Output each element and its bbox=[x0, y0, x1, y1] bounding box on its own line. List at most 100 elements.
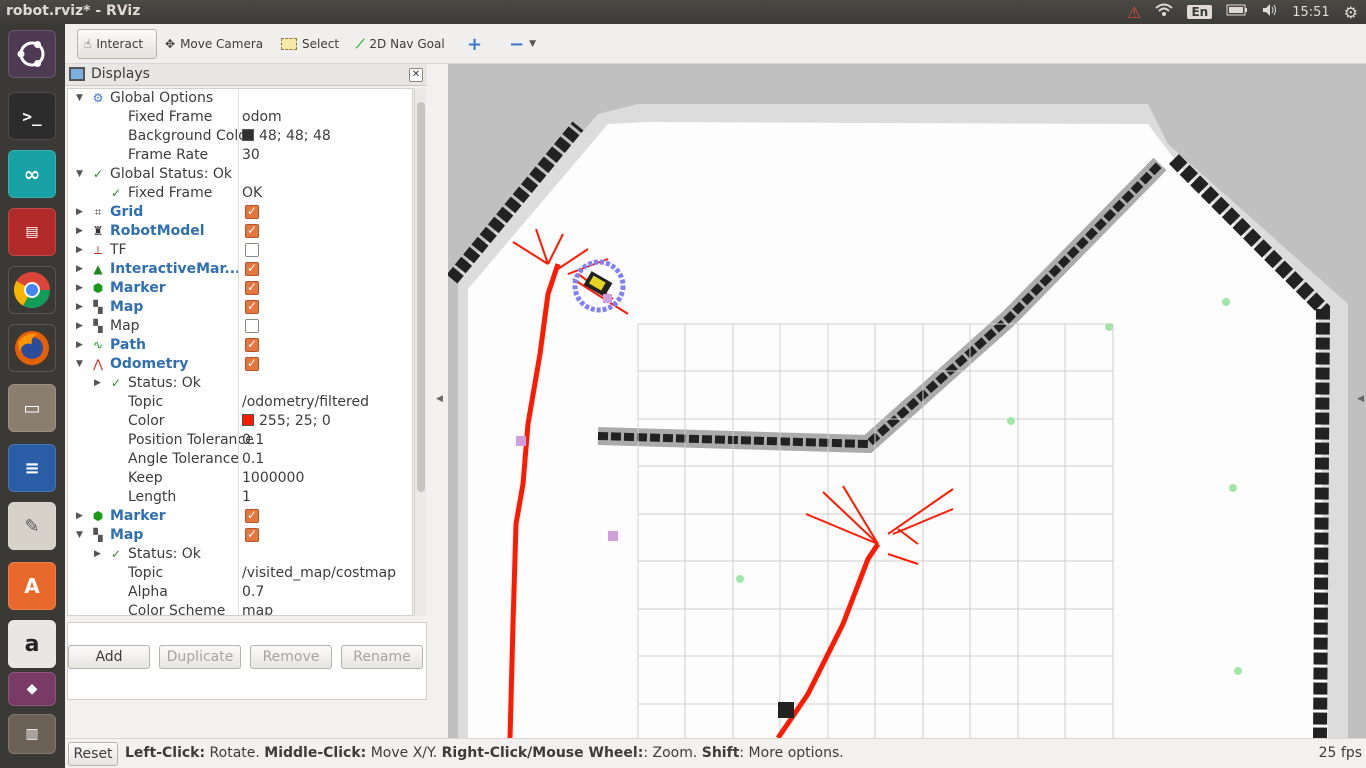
display-row[interactable]: ▶ ✓ Status: Ok bbox=[68, 374, 412, 393]
property-value[interactable]: odom bbox=[242, 108, 282, 127]
expand-arrow-icon[interactable]: ▶ bbox=[94, 374, 104, 393]
display-row[interactable]: Keep 1000000 bbox=[68, 469, 412, 488]
file-manager-icon[interactable]: ▭ bbox=[8, 384, 56, 432]
add-display-button[interactable]: Add bbox=[68, 645, 150, 669]
display-enabled-checkbox[interactable] bbox=[245, 297, 259, 316]
display-row[interactable]: ▶ ▚ Map bbox=[68, 297, 412, 317]
expand-arrow-icon[interactable]: ▶ bbox=[76, 298, 86, 317]
display-row[interactable]: ▼ ▚ Map bbox=[68, 525, 412, 545]
display-enabled-checkbox[interactable] bbox=[245, 319, 259, 333]
move-camera-tool-button[interactable]: ✥ Move Camera bbox=[159, 29, 269, 59]
display-enabled-checkbox[interactable] bbox=[245, 202, 259, 221]
collapse-left-icon[interactable]: ◀ bbox=[436, 394, 443, 404]
collapse-arrow-icon[interactable]: ▼ bbox=[76, 89, 86, 108]
volume-icon[interactable] bbox=[1262, 3, 1278, 21]
displays-scrollbar[interactable] bbox=[414, 88, 426, 616]
wifi-icon[interactable] bbox=[1155, 3, 1174, 21]
rename-display-button[interactable]: Rename bbox=[341, 645, 423, 669]
display-row[interactable]: ✓ Fixed Frame OK bbox=[68, 184, 412, 203]
nav-goal-tool-button[interactable]: ⟋ 2D Nav Goal bbox=[350, 29, 451, 59]
writer-document-icon[interactable]: ≡ bbox=[8, 444, 56, 492]
property-value[interactable]: 48; 48; 48 bbox=[242, 127, 331, 146]
display-row[interactable]: ▼ ⚙ Global Options bbox=[68, 89, 412, 108]
text-editor-icon[interactable]: ✎ bbox=[8, 502, 56, 550]
reset-button[interactable]: Reset bbox=[68, 742, 118, 766]
display-row[interactable]: Alpha 0.7 bbox=[68, 583, 412, 602]
battery-icon[interactable] bbox=[1226, 4, 1248, 20]
display-row[interactable]: Color 255; 25; 0 bbox=[68, 412, 412, 431]
collapse-arrow-icon[interactable]: ▼ bbox=[76, 526, 86, 545]
display-enabled-checkbox[interactable] bbox=[245, 506, 259, 525]
property-value[interactable]: /visited_map/costmap bbox=[242, 564, 396, 583]
display-row[interactable]: ▶ ⟂ TF bbox=[68, 241, 412, 260]
rviz-app-icon[interactable]: ▤ bbox=[8, 208, 56, 256]
panel-splitter[interactable]: ◀ bbox=[427, 64, 448, 738]
property-value[interactable]: /odometry/filtered bbox=[242, 393, 369, 412]
display-row[interactable]: Background Color 48; 48; 48 bbox=[68, 127, 412, 146]
display-enabled-checkbox[interactable] bbox=[245, 354, 259, 373]
collapse-arrow-icon[interactable]: ▼ bbox=[76, 355, 86, 374]
display-row[interactable]: Frame Rate 30 bbox=[68, 146, 412, 165]
expand-arrow-icon[interactable]: ▶ bbox=[76, 241, 86, 260]
display-row[interactable]: ▼ ⋀ Odometry bbox=[68, 354, 412, 374]
close-panel-icon[interactable]: ✕ bbox=[409, 68, 423, 82]
display-row[interactable]: ▶ ▚ Map bbox=[68, 317, 412, 336]
expand-arrow-icon[interactable]: ▶ bbox=[76, 317, 86, 336]
warning-icon[interactable]: ⚠ bbox=[1127, 3, 1141, 22]
display-row[interactable]: Angle Tolerance 0.1 bbox=[68, 450, 412, 469]
scrollbar-thumb[interactable] bbox=[417, 102, 425, 492]
expand-arrow-icon[interactable]: ▶ bbox=[76, 260, 86, 279]
expand-arrow-icon[interactable]: ▶ bbox=[76, 222, 86, 241]
property-value[interactable]: 1000000 bbox=[242, 469, 304, 488]
display-enabled-checkbox[interactable] bbox=[245, 278, 259, 297]
remove-display-button[interactable]: Remove bbox=[250, 645, 332, 669]
property-value[interactable]: 0.1 bbox=[242, 431, 264, 450]
display-row[interactable]: ▶ ⌗ Grid bbox=[68, 202, 412, 222]
arduino-icon[interactable]: ∞ bbox=[8, 150, 56, 198]
add-tool-button[interactable]: + bbox=[461, 29, 488, 59]
map-render[interactable] bbox=[448, 64, 1366, 738]
expand-arrow-icon[interactable]: ▶ bbox=[76, 279, 86, 298]
property-value[interactable]: 0.1 bbox=[242, 450, 264, 469]
property-value[interactable]: map bbox=[242, 602, 273, 615]
display-row[interactable]: ▶ ⬢ Marker bbox=[68, 506, 412, 526]
display-row[interactable]: Color Scheme map bbox=[68, 602, 412, 615]
display-row[interactable]: Position Tolerance 0.1 bbox=[68, 431, 412, 450]
property-value[interactable]: 1 bbox=[242, 488, 251, 507]
display-row[interactable]: Topic/visited_map/costmap bbox=[68, 564, 412, 583]
interact-tool-button[interactable]: ☝ Interact bbox=[77, 29, 157, 59]
expand-arrow-icon[interactable]: ▶ bbox=[94, 545, 104, 564]
display-row[interactable]: ▶ ♜ RobotModel bbox=[68, 221, 412, 241]
trash-icon[interactable]: ▥ bbox=[8, 714, 56, 754]
ubuntu-dash-icon[interactable] bbox=[8, 30, 56, 78]
display-enabled-checkbox[interactable] bbox=[245, 335, 259, 354]
display-row[interactable]: ▶ ▲ InteractiveMar... bbox=[68, 259, 412, 279]
select-tool-button[interactable]: Select bbox=[275, 29, 345, 59]
display-row[interactable]: ▼ ✓ Global Status: Ok bbox=[68, 165, 412, 184]
expand-arrow-icon[interactable]: ▶ bbox=[76, 203, 86, 222]
display-row[interactable]: ▶ ∿ Path bbox=[68, 335, 412, 355]
clock[interactable]: 15:51 bbox=[1292, 5, 1329, 20]
software-center-icon[interactable]: A bbox=[8, 562, 56, 610]
duplicate-display-button[interactable]: Duplicate bbox=[159, 645, 241, 669]
remove-tool-button[interactable]: − ▼ bbox=[503, 29, 542, 59]
display-enabled-checkbox[interactable] bbox=[245, 525, 259, 544]
settings-gear-icon[interactable]: ⚙ bbox=[1344, 3, 1358, 22]
chrome-icon[interactable] bbox=[8, 266, 56, 314]
property-value[interactable]: 0.7 bbox=[242, 583, 264, 602]
display-row[interactable]: ▶ ⬢ Marker bbox=[68, 278, 412, 298]
keyboard-language-indicator[interactable]: En bbox=[1187, 5, 1213, 19]
display-row[interactable]: ▶ ✓ Status: Ok bbox=[68, 545, 412, 564]
display-row[interactable]: Fixed Frame odom bbox=[68, 108, 412, 127]
expand-arrow-icon[interactable]: ▶ bbox=[76, 507, 86, 526]
rviz-3d-view[interactable]: ◀ bbox=[448, 64, 1366, 738]
amazon-icon[interactable]: a bbox=[8, 620, 56, 668]
display-row[interactable]: Topic/odometry/filtered bbox=[68, 393, 412, 412]
property-value[interactable]: 255; 25; 0 bbox=[242, 412, 331, 431]
app-icon[interactable]: ◆ bbox=[8, 672, 56, 706]
collapse-right-icon[interactable]: ◀ bbox=[1357, 394, 1364, 404]
displays-tree[interactable]: ▼ ⚙ Global Options Fixed Frame odom Backgroun… bbox=[67, 88, 413, 616]
firefox-icon[interactable] bbox=[8, 324, 56, 372]
property-value[interactable]: 30 bbox=[242, 146, 260, 165]
display-enabled-checkbox[interactable] bbox=[245, 243, 259, 257]
